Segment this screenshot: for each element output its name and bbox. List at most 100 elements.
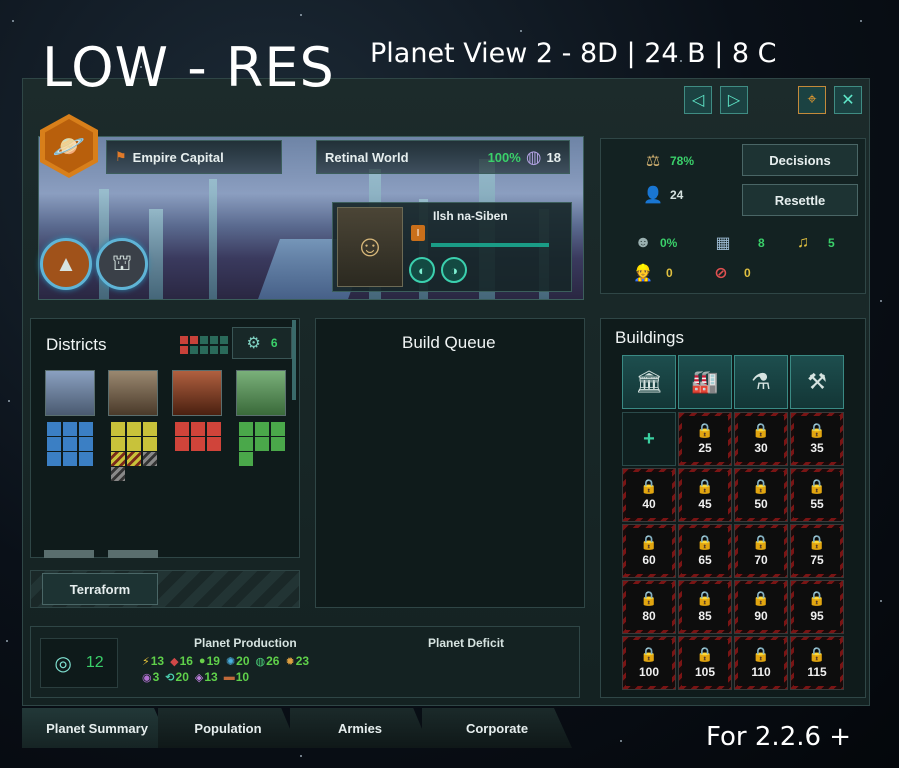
city-district-card[interactable] — [45, 370, 95, 416]
planet-deficit-title: Planet Deficit — [428, 636, 505, 650]
unlock-population-value: 30 — [754, 441, 768, 455]
governor-portrait[interactable]: ☺ — [337, 207, 403, 287]
building-slot[interactable]: ⚒ — [790, 355, 844, 409]
locked-building-slot[interactable]: 🔒 105 — [678, 636, 732, 690]
governor-trait-icon[interactable]: ◐ — [409, 257, 435, 283]
previous-planet-button[interactable]: ◁ — [684, 86, 712, 114]
trade-value-box[interactable]: ◎ 12 — [40, 638, 118, 688]
food-production[interactable]: ● 19 — [199, 654, 220, 668]
tab-corporate[interactable]: Corporate — [422, 708, 572, 748]
district-slot — [111, 452, 125, 466]
housing-value: 8 — [758, 236, 765, 250]
terraform-button[interactable]: Terraform — [42, 573, 158, 605]
unlock-population-value: 65 — [698, 553, 712, 567]
locked-building-slot[interactable]: 🔒 115 — [790, 636, 844, 690]
locked-building-slot[interactable]: 🔒 85 — [678, 580, 732, 634]
locked-building-slot[interactable]: 🔒 100 — [622, 636, 676, 690]
build-queue-title: Build Queue — [402, 333, 496, 352]
planet-class-tag: Retinal World 100% ◍ 18 — [316, 140, 570, 174]
decisions-button[interactable]: Decisions — [742, 144, 858, 176]
locked-building-slot[interactable]: 🔒 75 — [790, 524, 844, 578]
close-window-button[interactable]: ✕ — [834, 86, 862, 114]
minerals-production[interactable]: ◆ 16 — [170, 654, 193, 668]
amenities-stat[interactable]: ♫ 5 — [792, 232, 835, 254]
locked-building-slot[interactable]: 🔒 65 — [678, 524, 732, 578]
lab-building-icon: ⚗ — [751, 369, 771, 394]
locked-building-slot[interactable]: 🔒 55 — [790, 468, 844, 522]
energy-production[interactable]: ⚡ 13 — [142, 654, 164, 668]
tab-planet-summary[interactable]: Planet Summary — [22, 708, 172, 748]
district-slot — [63, 422, 77, 436]
district-slot — [175, 437, 189, 451]
society-production[interactable]: ◍ 26 — [256, 654, 280, 668]
influence-production[interactable]: ◉ 3 — [142, 670, 159, 684]
unlock-population-value: 90 — [754, 609, 768, 623]
production-value: 20 — [236, 654, 250, 668]
governor-trait-icon[interactable]: ◑ — [441, 257, 467, 283]
locked-building-slot[interactable]: 🔒 35 — [790, 412, 844, 466]
locked-building-slot[interactable]: 🔒 110 — [734, 636, 788, 690]
consumer-goods-production[interactable]: ◈ 13 — [195, 670, 218, 684]
focus-camera-button[interactable]: ⌖ — [798, 86, 826, 114]
locked-building-slot[interactable]: 🔒 50 — [734, 468, 788, 522]
unlock-population-value: 70 — [754, 553, 768, 567]
influence-icon: ◉ — [142, 671, 152, 684]
overlay-title: LOW - RES — [42, 36, 335, 99]
locked-building-slot[interactable]: 🔒 45 — [678, 468, 732, 522]
alloys-production[interactable]: ▬ 10 — [224, 670, 249, 684]
tab-population[interactable]: Population — [158, 708, 298, 748]
districts-scrollbar[interactable] — [292, 320, 296, 400]
governor-panel[interactable]: ☺ I Ilsh na-Siben ◐ ◑ — [332, 202, 572, 292]
district-slot — [239, 422, 253, 436]
locked-building-slot[interactable]: 🔒 40 — [622, 468, 676, 522]
districts-title: Districts — [46, 335, 107, 354]
mining-district-card[interactable] — [172, 370, 222, 416]
population-stat[interactable]: 👤 24 — [642, 184, 683, 206]
unity-production[interactable]: ⟲ 20 — [165, 670, 189, 684]
resettle-button[interactable]: Resettle — [742, 184, 858, 216]
locked-building-slot[interactable]: 🔒 30 — [734, 412, 788, 466]
locked-building-slot[interactable]: 🔒 25 — [678, 412, 732, 466]
district-card-partial — [108, 550, 158, 558]
industrial-district-card[interactable] — [108, 370, 158, 416]
pyramid-feature-icon[interactable]: ▲ — [40, 238, 92, 290]
district-slot — [111, 437, 125, 451]
locked-building-slot[interactable]: 🔒 95 — [790, 580, 844, 634]
building-slot[interactable]: ⚗ — [734, 355, 788, 409]
district-slot — [79, 437, 93, 451]
fortress-feature-icon[interactable]: ⛫ — [96, 238, 148, 290]
free-jobs-stat[interactable]: 👷 0 — [632, 262, 673, 284]
tab-armies[interactable]: Armies — [290, 708, 430, 748]
building-slot[interactable]: 🏭 — [678, 355, 732, 409]
physics-production[interactable]: ✺ 20 — [226, 654, 250, 668]
overlay-version: For 2.2.6 + — [706, 722, 852, 752]
locked-building-slot[interactable]: 🔒 60 — [622, 524, 676, 578]
engineering-icon: ✹ — [285, 655, 295, 668]
free-district-slots[interactable]: ⚙ 6 — [232, 327, 292, 359]
capital-building-slot[interactable]: 🏛 — [622, 355, 676, 409]
capital-building-icon: 🏛 — [635, 369, 663, 394]
close-icon: ✕ — [841, 92, 855, 109]
next-planet-button[interactable]: ▷ — [720, 86, 748, 114]
lock-icon: 🔒 — [640, 478, 658, 494]
district-slot — [63, 437, 77, 451]
add-building-button[interactable]: + — [622, 412, 676, 466]
farm-district-card[interactable] — [236, 370, 286, 416]
crime-stat[interactable]: ☻ 0% — [632, 232, 678, 254]
housing-stat[interactable]: ▦ 8 — [712, 232, 765, 254]
locked-building-slot[interactable]: 🔒 90 — [734, 580, 788, 634]
district-slot — [127, 422, 141, 436]
crime-icon: ☻ — [634, 234, 652, 251]
unemployed-stat[interactable]: ⊘ 0 — [710, 262, 751, 284]
district-slot — [143, 437, 157, 451]
unlock-population-value: 80 — [642, 609, 656, 623]
unlock-population-value: 95 — [810, 609, 824, 623]
locked-building-slot[interactable]: 🔒 80 — [622, 580, 676, 634]
unemployed-value: 0 — [744, 266, 751, 280]
locked-building-slot[interactable]: 🔒 70 — [734, 524, 788, 578]
unemployed-icon: ⊘ — [714, 265, 728, 282]
district-slot — [47, 422, 61, 436]
engineering-production[interactable]: ✹ 23 — [285, 654, 309, 668]
stability-stat[interactable]: ⚖ 78% — [642, 150, 694, 172]
district-slot — [111, 422, 125, 436]
